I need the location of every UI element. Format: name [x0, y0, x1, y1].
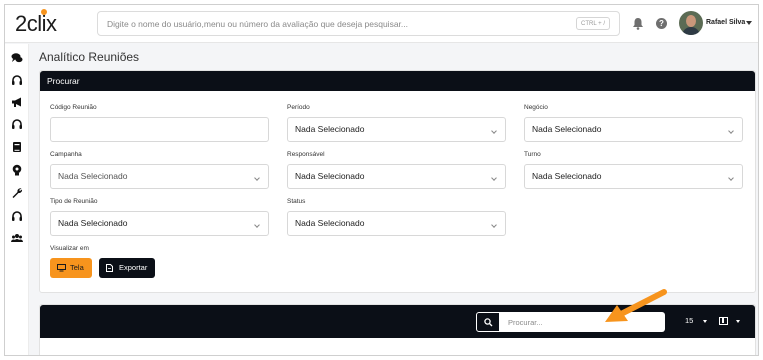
responsavel-select[interactable]: Nada Selecionado	[287, 164, 506, 189]
top-header: 2clix CTRL + / ? Rafael Silva	[5, 5, 758, 43]
monitor-icon	[57, 264, 66, 272]
bell-icon[interactable]	[632, 17, 644, 30]
lightbulb-icon[interactable]	[11, 164, 23, 176]
exportar-button[interactable]: Exportar	[99, 258, 156, 278]
logo-dot	[41, 9, 47, 15]
global-search-input[interactable]	[98, 12, 558, 35]
exportar-button-label: Exportar	[119, 263, 148, 272]
avatar-body	[682, 27, 700, 35]
tipo-label: Tipo de Reunião	[50, 198, 98, 205]
users-icon[interactable]	[11, 232, 23, 244]
status-select[interactable]: Nada Selecionado	[287, 211, 506, 236]
book-icon[interactable]	[11, 141, 23, 153]
tela-button[interactable]: Tela	[50, 258, 92, 278]
turno-value: Nada Selecionado	[532, 171, 602, 181]
page-size-chevron-icon[interactable]	[703, 320, 707, 323]
columns-icon[interactable]	[719, 317, 728, 325]
global-search: CTRL + /	[97, 11, 620, 36]
chevron-down-icon	[491, 128, 497, 134]
campanha-label: Campanha	[50, 151, 82, 158]
page-title: Analítico Reuniões	[39, 50, 140, 64]
codigo-input[interactable]	[50, 117, 269, 142]
chevron-down-icon	[254, 222, 260, 228]
visualizar-label: Visualizar em	[50, 245, 89, 252]
periodo-label: Período	[287, 104, 310, 111]
status-value: Nada Selecionado	[295, 218, 365, 228]
avatar-face	[686, 15, 696, 27]
search-icon	[484, 318, 493, 327]
chevron-down-icon	[491, 222, 497, 228]
headset-icon[interactable]	[11, 74, 23, 86]
campanha-value: Nada Selecionado	[58, 171, 128, 181]
table-search-button[interactable]	[476, 312, 500, 332]
annotation-arrow-icon	[605, 289, 667, 322]
filter-panel: Procurar Código Reunião Período Nada Sel…	[39, 70, 756, 293]
page-size-select[interactable]: 15	[685, 316, 693, 325]
responsavel-label: Responsável	[287, 151, 325, 158]
app-window: 2clix CTRL + / ? Rafael Silva	[4, 4, 759, 356]
headset-icon[interactable]	[11, 118, 23, 130]
sidebar	[5, 44, 29, 355]
avatar[interactable]	[679, 11, 703, 35]
chevron-down-icon	[254, 175, 260, 181]
tela-button-label: Tela	[70, 263, 84, 272]
user-menu-chevron-icon[interactable]	[746, 21, 752, 25]
logo[interactable]: 2clix	[15, 9, 57, 37]
user-name[interactable]: Rafael Silva	[706, 19, 745, 26]
megaphone-icon[interactable]	[11, 96, 23, 108]
periodo-value: Nada Selecionado	[295, 124, 365, 134]
status-label: Status	[287, 198, 306, 205]
negocio-label: Negócio	[524, 104, 548, 111]
campanha-select[interactable]: Nada Selecionado	[50, 164, 269, 189]
chat-icon[interactable]	[11, 52, 23, 64]
negocio-value: Nada Selecionado	[532, 124, 602, 134]
tipo-value: Nada Selecionado	[58, 218, 128, 228]
filter-panel-header: Procurar	[40, 71, 755, 91]
periodo-select[interactable]: Nada Selecionado	[287, 117, 506, 142]
tipo-select[interactable]: Nada Selecionado	[50, 211, 269, 236]
help-icon[interactable]: ?	[656, 18, 667, 29]
chevron-down-icon	[728, 175, 734, 181]
turno-label: Turno	[524, 151, 541, 158]
file-icon	[106, 264, 113, 272]
turno-select[interactable]: Nada Selecionado	[524, 164, 743, 189]
headset-icon[interactable]	[11, 210, 23, 222]
codigo-label: Código Reunião	[50, 104, 97, 111]
logo-text: 2clix	[15, 11, 57, 36]
negocio-select[interactable]: Nada Selecionado	[524, 117, 743, 142]
responsavel-value: Nada Selecionado	[295, 171, 365, 181]
columns-chevron-icon[interactable]	[736, 320, 740, 323]
wrench-icon[interactable]	[11, 187, 23, 199]
chevron-down-icon	[491, 175, 497, 181]
chevron-down-icon	[728, 128, 734, 134]
search-shortcut-hint: CTRL + /	[576, 17, 610, 30]
